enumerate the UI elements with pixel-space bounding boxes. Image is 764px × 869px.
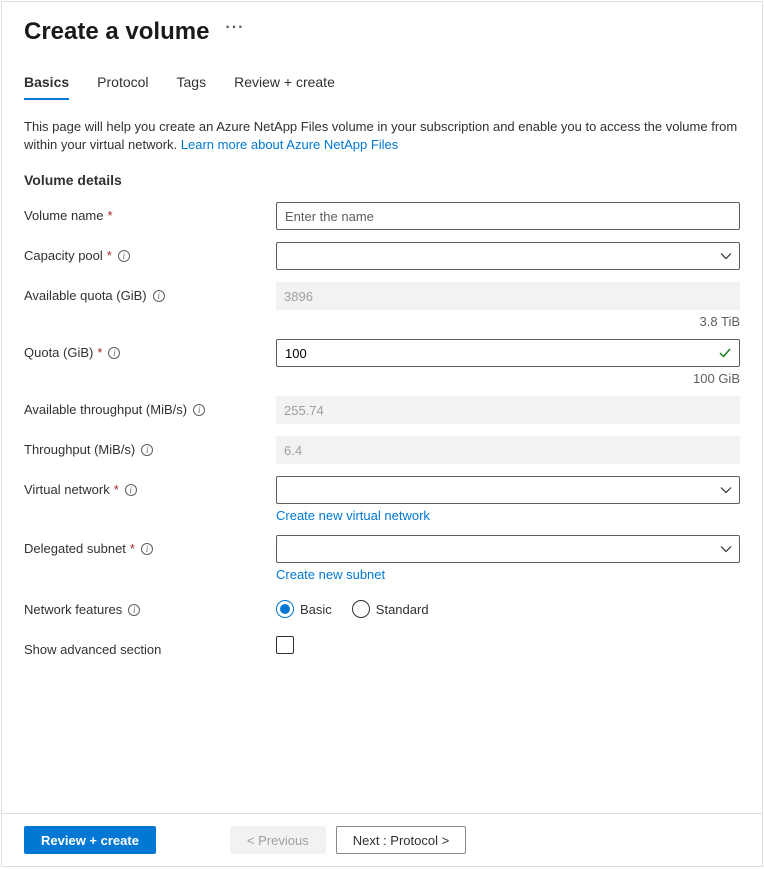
required-indicator: * [97, 345, 102, 360]
quota-input[interactable] [276, 339, 740, 367]
info-icon[interactable]: i [108, 347, 120, 359]
info-icon[interactable]: i [141, 543, 153, 555]
radio-unchecked-icon [352, 600, 370, 618]
capacity-pool-select[interactable] [276, 242, 740, 270]
available-quota-helper: 3.8 TiB [24, 314, 740, 329]
delegated-subnet-label: Delegated subnet * i [24, 535, 276, 556]
info-icon[interactable]: i [153, 290, 165, 302]
required-indicator: * [114, 482, 119, 497]
info-icon[interactable]: i [128, 604, 140, 616]
next-button[interactable]: Next : Protocol > [336, 826, 466, 854]
tab-review[interactable]: Review + create [234, 74, 335, 100]
required-indicator: * [108, 208, 113, 223]
radio-checked-icon [276, 600, 294, 618]
info-icon[interactable]: i [125, 484, 137, 496]
info-icon[interactable]: i [141, 444, 153, 456]
available-throughput-value: 255.74 [276, 396, 740, 424]
learn-more-link[interactable]: Learn more about Azure NetApp Files [181, 137, 399, 152]
create-vnet-link[interactable]: Create new virtual network [276, 508, 430, 523]
tab-tags[interactable]: Tags [177, 74, 207, 100]
create-subnet-link[interactable]: Create new subnet [276, 567, 385, 582]
throughput-label: Throughput (MiB/s) i [24, 436, 276, 457]
available-quota-label: Available quota (GiB) i [24, 282, 276, 303]
network-features-label: Network features i [24, 596, 276, 617]
show-advanced-checkbox[interactable] [276, 636, 294, 654]
virtual-network-label: Virtual network * i [24, 476, 276, 497]
footer: Review + create < Previous Next : Protoc… [2, 813, 762, 866]
previous-button: < Previous [230, 826, 326, 854]
delegated-subnet-select[interactable] [276, 535, 740, 563]
more-icon[interactable]: ··· [225, 20, 244, 36]
volume-name-label: Volume name * [24, 202, 276, 223]
throughput-value: 6.4 [276, 436, 740, 464]
info-icon[interactable]: i [118, 250, 130, 262]
capacity-pool-label: Capacity pool * i [24, 242, 276, 263]
checkmark-icon [718, 346, 732, 360]
tabs: Basics Protocol Tags Review + create [24, 74, 740, 100]
virtual-network-select[interactable] [276, 476, 740, 504]
network-features-standard-radio[interactable]: Standard [352, 600, 429, 618]
required-indicator: * [130, 541, 135, 556]
quota-helper: 100 GiB [24, 371, 740, 386]
intro-text: This page will help you create an Azure … [24, 118, 740, 154]
info-icon[interactable]: i [193, 404, 205, 416]
show-advanced-label: Show advanced section [24, 636, 276, 657]
tab-protocol[interactable]: Protocol [97, 74, 148, 100]
section-volume-details: Volume details [24, 172, 740, 188]
quota-label: Quota (GiB) * i [24, 339, 276, 360]
tab-basics[interactable]: Basics [24, 74, 69, 100]
review-create-button[interactable]: Review + create [24, 826, 156, 854]
volume-name-input[interactable] [276, 202, 740, 230]
network-features-basic-radio[interactable]: Basic [276, 600, 332, 618]
available-throughput-label: Available throughput (MiB/s) i [24, 396, 276, 417]
available-quota-value: 3896 [276, 282, 740, 310]
page-title: Create a volume [24, 18, 209, 46]
required-indicator: * [107, 248, 112, 263]
